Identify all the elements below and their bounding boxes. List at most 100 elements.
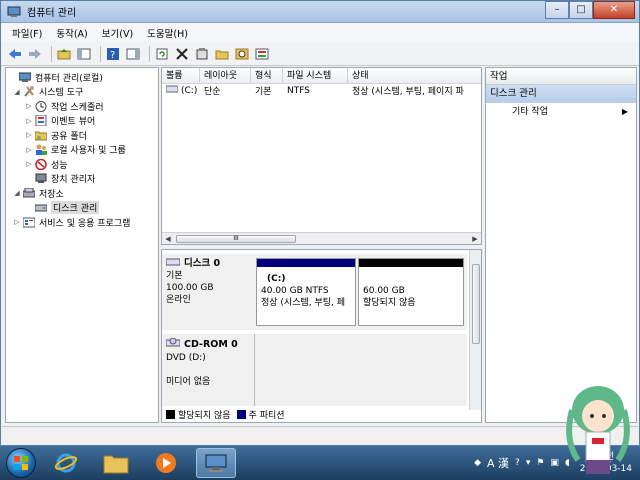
table-row[interactable]: (C:) 단순 기본 NTFS 정상 (시스템, 부팅, 페이지 파 bbox=[162, 84, 481, 97]
partition-unallocated[interactable]: 60.00 GB 할당되지 않음 bbox=[358, 258, 464, 326]
forward-icon[interactable] bbox=[27, 46, 43, 62]
task-scheduler-icon bbox=[34, 100, 47, 112]
tree-arrow[interactable]: ◢ bbox=[12, 88, 22, 96]
device-manager-icon bbox=[34, 173, 47, 185]
disk-name: 디스크 0 bbox=[184, 258, 221, 269]
toolbar-separator bbox=[100, 45, 101, 62]
tree-arrow[interactable]: ▷ bbox=[12, 218, 22, 226]
computer-management-icon bbox=[18, 71, 31, 83]
partition-c[interactable]: (C:) 40.00 GB NTFS 정상 (시스템, 부팅, 페 bbox=[256, 258, 356, 326]
tree-item-storage[interactable]: ◢ 저장소 bbox=[6, 186, 158, 201]
disk-graph-view: 디스크 0 기본 100.00 GB 온라인 (C:) 40.00 GB NTF… bbox=[161, 249, 482, 423]
disk-0-row[interactable]: 디스크 0 기본 100.00 GB 온라인 (C:) 40.00 GB NTF… bbox=[162, 254, 467, 330]
ime-indicator[interactable]: A 漢 bbox=[487, 455, 509, 471]
toolbar: ? bbox=[1, 42, 639, 66]
window-title: 컴퓨터 관리 bbox=[27, 8, 77, 19]
scroll-left-icon[interactable]: ◀ bbox=[162, 235, 174, 243]
tree-item-task-scheduler[interactable]: ▷ 작업 스케줄러 bbox=[6, 99, 158, 114]
tree-arrow[interactable]: ▷ bbox=[24, 131, 34, 139]
divider bbox=[254, 334, 255, 406]
tree-arrow[interactable]: ▷ bbox=[24, 102, 34, 110]
disk-size bbox=[166, 364, 250, 376]
show-hide-tree-icon[interactable] bbox=[76, 46, 92, 62]
tree-item-shared-folders[interactable]: ▷ 공유 폴더 bbox=[6, 128, 158, 143]
help-icon[interactable]: ? bbox=[515, 458, 520, 468]
maximize-button[interactable]: □ bbox=[569, 0, 593, 19]
taskbar-internet-explorer[interactable] bbox=[46, 448, 86, 478]
settings-icon[interactable] bbox=[254, 46, 270, 62]
scroll-thumb[interactable] bbox=[472, 264, 480, 344]
close-button[interactable]: ✕ bbox=[593, 0, 635, 19]
menu-help[interactable]: 도움말(H) bbox=[140, 26, 195, 40]
disk-status: 미디어 없음 bbox=[166, 377, 211, 387]
title-bar[interactable]: 컴퓨터 관리 – □ ✕ bbox=[1, 0, 639, 23]
delete-icon[interactable] bbox=[174, 46, 190, 62]
volume-type: 기본 bbox=[255, 87, 272, 97]
tree-item-performance[interactable]: ▷ 성능 bbox=[6, 157, 158, 172]
cdrom-0-row[interactable]: CD-ROM 0 DVD (D:) 미디어 없음 bbox=[162, 334, 467, 406]
flag-icon[interactable]: ⚑ bbox=[536, 458, 544, 468]
computer-management-window: 컴퓨터 관리 – □ ✕ 파일(F) 동작(A) 보기(V) 도움말(H) ? bbox=[0, 0, 640, 446]
volume-filesystem: NTFS bbox=[287, 85, 310, 96]
taskbar-computer-management[interactable] bbox=[196, 448, 236, 478]
tree-item-services[interactable]: ▷ 서비스 및 응용 프로그램 bbox=[6, 215, 158, 230]
expand-tray-icon[interactable]: ▾ bbox=[526, 458, 531, 468]
folder-icon bbox=[103, 455, 129, 474]
tree-arrow[interactable]: ▷ bbox=[24, 146, 34, 154]
partition-bar-unallocated bbox=[359, 259, 463, 267]
open-folder-icon[interactable] bbox=[214, 46, 230, 62]
legend-label: 할당되지 않음 bbox=[178, 410, 231, 421]
column-header-status[interactable]: 상태 bbox=[348, 68, 481, 83]
menu-action[interactable]: 동작(A) bbox=[49, 26, 94, 40]
services-icon bbox=[22, 216, 35, 228]
back-icon[interactable] bbox=[7, 46, 23, 62]
properties-icon[interactable] bbox=[194, 46, 210, 62]
volume-list-hscrollbar[interactable]: ◀ III ▶ bbox=[162, 232, 481, 244]
tree-item-local-users[interactable]: ▷ 로컬 사용자 및 그룹 bbox=[6, 143, 158, 158]
performance-icon bbox=[34, 158, 47, 170]
volume-list: 볼륨 레이아웃 형식 파일 시스템 상태 (C:) 단순 기본 NTFS 정상 … bbox=[161, 67, 482, 245]
column-header-volume[interactable]: 볼륨 bbox=[162, 68, 200, 83]
tree-item-system-tools[interactable]: ◢ 시스템 도구 bbox=[6, 85, 158, 100]
volume-name: (C:) bbox=[181, 85, 198, 96]
column-header-layout[interactable]: 레이아웃 bbox=[200, 68, 251, 83]
tree-item-event-viewer[interactable]: ▷ 이벤트 뷰어 bbox=[6, 114, 158, 129]
minimize-button[interactable]: – bbox=[545, 0, 569, 19]
start-button[interactable] bbox=[6, 448, 36, 478]
disk-management-icon bbox=[34, 202, 47, 214]
desktop-mascot-image bbox=[558, 380, 638, 475]
column-header-filesystem[interactable]: 파일 시스템 bbox=[283, 68, 348, 83]
menu-view[interactable]: 보기(V) bbox=[95, 26, 140, 40]
tree-item-device-manager[interactable]: 장치 관리자 bbox=[6, 172, 158, 187]
tree-item-disk-management[interactable]: 디스크 관리 bbox=[6, 201, 158, 216]
action-more-actions[interactable]: 기타 작업 ▶ bbox=[486, 103, 636, 121]
menu-file[interactable]: 파일(F) bbox=[5, 26, 49, 40]
disk-type: 기본 bbox=[166, 271, 183, 281]
help-icon[interactable]: ? bbox=[105, 46, 121, 62]
toolbar-separator bbox=[51, 45, 52, 62]
show-hide-action-pane-icon[interactable] bbox=[125, 46, 141, 62]
tree-arrow[interactable]: ▷ bbox=[24, 160, 34, 168]
actions-section-disk-management[interactable]: 디스크 관리 bbox=[486, 85, 636, 103]
column-header-type[interactable]: 형식 bbox=[251, 68, 283, 83]
refresh-icon[interactable] bbox=[154, 46, 170, 62]
menu-bar: 파일(F) 동작(A) 보기(V) 도움말(H) bbox=[1, 23, 639, 42]
tree-arrow[interactable]: ◢ bbox=[12, 189, 22, 197]
legend-swatch-unallocated bbox=[166, 409, 175, 419]
tree-arrow[interactable]: ▷ bbox=[24, 117, 34, 125]
taskbar-explorer[interactable] bbox=[96, 448, 136, 478]
legend-label: 주 파티션 bbox=[248, 410, 285, 421]
scroll-thumb[interactable]: III bbox=[176, 235, 296, 243]
submenu-arrow-icon: ▶ bbox=[621, 107, 628, 116]
volume-drive-icon bbox=[165, 85, 179, 96]
search-icon[interactable] bbox=[234, 46, 250, 62]
volume-status: 정상 (시스템, 부팅, 페이지 파 bbox=[352, 87, 464, 97]
tree-item-computer-management[interactable]: 컴퓨터 관리(로컬) bbox=[6, 70, 158, 85]
up-folder-icon[interactable] bbox=[56, 46, 72, 62]
language-bar-icon[interactable]: ◆ bbox=[474, 458, 481, 468]
scroll-right-icon[interactable]: ▶ bbox=[469, 235, 481, 243]
disk-graph-vscrollbar[interactable] bbox=[469, 250, 481, 410]
system-tools-icon bbox=[22, 86, 35, 98]
taskbar-media-player[interactable] bbox=[146, 448, 186, 478]
tree-item-label: 서비스 및 응용 프로그램 bbox=[39, 218, 131, 229]
